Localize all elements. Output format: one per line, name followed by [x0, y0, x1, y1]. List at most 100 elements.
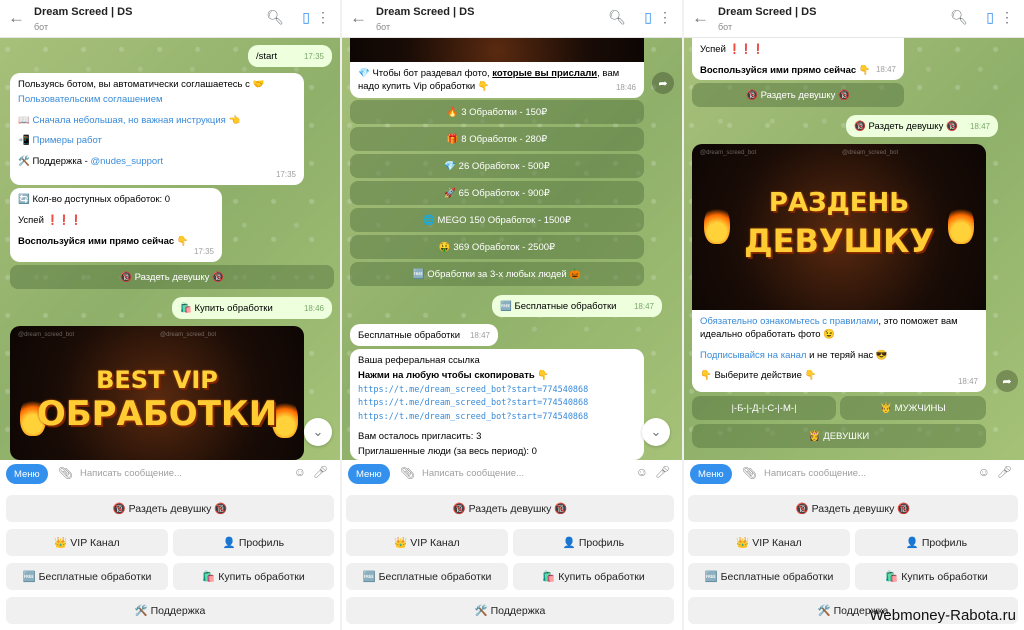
examples-link[interactable]: Примеры работ: [32, 135, 101, 146]
instruction-link[interactable]: Сначала небольшая, но важная инструкция …: [32, 115, 240, 126]
ref-link[interactable]: https://t.me/dream_screed_bot?start=7745…: [358, 412, 636, 423]
count-line3: Воспользуйся ими прямо сейчас 👇: [18, 235, 189, 247]
option-button[interactable]: 🆓 Обработки за 3-х любых людей 🎃: [350, 262, 644, 286]
keyboard-vip-button[interactable]: 👑 VIP Канал: [346, 529, 508, 556]
option-button[interactable]: 🔥 3 Обработки - 150₽: [350, 100, 644, 124]
back-arrow-icon[interactable]: ←: [350, 8, 367, 28]
promo-image[interactable]: @dream_screed_bot @dream_screed_bot BEST…: [10, 326, 304, 460]
caption-text2: и не теряй нас 😎: [806, 349, 888, 361]
message-out-buy: 🛍️ Купить обработки 18:46: [172, 297, 332, 319]
inline-undress-button[interactable]: 🔞 Раздеть девушку 🔞: [10, 265, 334, 289]
menu-button[interactable]: Меню: [690, 464, 732, 484]
option-button[interactable]: 🤑 369 Обработок - 2500₽: [350, 235, 644, 259]
keyboard-buy-button[interactable]: 🛍️ Купить обработки: [173, 563, 334, 590]
panel-1: ← Dream Screed | DS бот 🔍︎ ▯ ⋮ /start 17…: [0, 0, 340, 630]
emoji-icon[interactable]: ☺︎: [294, 465, 306, 479]
option-button[interactable]: 🎁 8 Обработок - 280₽: [350, 127, 644, 151]
reply-keyboard: 🔞 Раздеть девушку 🔞 👑 VIP Канал 👤 Профил…: [0, 488, 340, 630]
message-referral: Ваша реферальная ссылка Нажми на любую ч…: [350, 349, 644, 460]
option-button[interactable]: 🌐 MEGO 150 Обработок - 1500₽: [350, 208, 644, 232]
chat-area: 💎 Чтобы бот раздевал фото, которые вы пр…: [342, 38, 682, 460]
keyboard-profile-button[interactable]: 👤 Профиль: [513, 529, 674, 556]
message-count: 🔄 Кол-во доступных обработок: 0 Успей ❗❗…: [10, 188, 222, 262]
inline-undress-button[interactable]: 🔞 Раздеть девушку 🔞: [692, 83, 904, 107]
search-icon[interactable]: 🔍︎: [266, 9, 284, 26]
microphone-icon[interactable]: 🎤︎: [313, 465, 328, 479]
message-buy-intro: 💎 Чтобы бот раздевал фото, которые вы пр…: [350, 62, 644, 98]
top-line2: Воспользуйся ими прямо сейчас 👇: [700, 64, 871, 76]
more-menu-icon[interactable]: ⋮: [1000, 9, 1014, 26]
keyboard-undress-button[interactable]: 🔞 Раздеть девушку 🔞: [6, 495, 334, 522]
more-menu-icon[interactable]: ⋮: [316, 9, 330, 26]
keyboard-profile-button[interactable]: 👤 Профиль: [855, 529, 1018, 556]
message-text: Бесплатные обработки: [358, 330, 460, 341]
emoji-icon[interactable]: ☺︎: [636, 465, 648, 479]
keyboard-undress-button[interactable]: 🔞 Раздеть девушку 🔞: [346, 495, 674, 522]
sidebar-toggle-icon[interactable]: ▯: [644, 9, 652, 26]
keyboard-buy-button[interactable]: 🛍️ Купить обработки: [855, 563, 1018, 590]
chat-title: Dream Screed | DS: [34, 6, 133, 18]
attach-icon[interactable]: 📎︎: [742, 466, 757, 480]
keyboard-vip-button[interactable]: 👑 VIP Канал: [6, 529, 168, 556]
menu-button[interactable]: Меню: [348, 464, 390, 484]
keyboard-profile-button[interactable]: 👤 Профиль: [173, 529, 334, 556]
channel-link[interactable]: Подписывайся на канал: [700, 350, 806, 361]
scroll-down-icon[interactable]: ⌄: [642, 418, 670, 446]
keyboard-free-button[interactable]: 🆓 Бесплатные обработки: [688, 563, 850, 590]
image-watermark: @dream_screed_bot: [842, 150, 899, 156]
panel-2: ← Dream Screed | DS бот 🔍︎ ▯ ⋮ 💎 Чтобы б…: [342, 0, 682, 630]
microphone-icon[interactable]: 🎤︎: [997, 465, 1012, 479]
attach-icon[interactable]: 📎︎: [400, 466, 415, 480]
forward-icon[interactable]: ➦: [996, 370, 1018, 392]
search-icon[interactable]: 🔍︎: [950, 9, 968, 26]
keyboard-support-button[interactable]: 🛠️ Поддержка: [6, 597, 334, 624]
choice-men-button[interactable]: 🤴 МУЖЧИНЫ: [840, 396, 986, 420]
option-button[interactable]: 💎 26 Обработок - 500₽: [350, 154, 644, 178]
message-input[interactable]: Написать сообщение...: [764, 468, 866, 479]
terms-link[interactable]: Пользовательским соглашением: [18, 94, 163, 105]
choice-bdsm-button[interactable]: |-Б-|-Д-|-С-|-М-|: [692, 396, 836, 420]
chat-subtitle: бот: [34, 22, 49, 32]
attach-icon[interactable]: 📎︎: [58, 466, 73, 480]
chat-area: Успей ❗❗❗ Воспользуйся ими прямо сейчас …: [684, 38, 1024, 460]
back-arrow-icon[interactable]: ←: [692, 8, 709, 28]
message-out-undress: 🔞 Раздеть девушку 🔞 18:47: [846, 115, 998, 137]
rules-link[interactable]: Обязательно ознакомьтесь с правилами: [700, 316, 878, 327]
message-input-bar: Меню 📎︎ Написать сообщение... ☺︎ 🎤︎: [684, 460, 1024, 488]
scroll-down-icon[interactable]: ⌄: [304, 418, 332, 446]
message-input[interactable]: Написать сообщение...: [80, 468, 182, 479]
option-button[interactable]: 🚀 65 Обработок - 900₽: [350, 181, 644, 205]
search-icon[interactable]: 🔍︎: [608, 9, 626, 26]
menu-button[interactable]: Меню: [6, 464, 48, 484]
image-watermark: @dream_screed_bot: [160, 332, 217, 338]
choice-women-button[interactable]: 👸 ДЕВУШКИ: [692, 424, 986, 448]
ref-link[interactable]: https://t.me/dream_screed_bot?start=7745…: [358, 385, 636, 396]
emoji-icon[interactable]: ☺︎: [978, 465, 990, 479]
keyboard-free-button[interactable]: 🆓 Бесплатные обработки: [346, 563, 508, 590]
keyboard-support-button[interactable]: 🛠️ Поддержка: [346, 597, 674, 624]
top-line1: Успей ❗❗❗: [700, 44, 765, 55]
chat-title: Dream Screed | DS: [718, 6, 817, 18]
chat-header: ← Dream Screed | DS бот 🔍︎ ▯ ⋮: [0, 0, 340, 38]
ref-line4: Приглашенные люди (за весь период): 0: [358, 445, 537, 457]
keyboard-undress-button[interactable]: 🔞 Раздеть девушку 🔞: [688, 495, 1018, 522]
message-time: 18:47: [469, 331, 490, 341]
promo-image-tail: [350, 38, 644, 62]
message-time: 18:47: [969, 122, 990, 132]
support-link[interactable]: @nudes_support: [90, 156, 163, 167]
message-input[interactable]: Написать сообщение...: [422, 468, 524, 479]
keyboard-vip-button[interactable]: 👑 VIP Канал: [688, 529, 850, 556]
keyboard-buy-button[interactable]: 🛍️ Купить обработки: [513, 563, 674, 590]
promo-image[interactable]: @dream_screed_bot @dream_screed_bot РАЗД…: [692, 144, 986, 310]
more-menu-icon[interactable]: ⋮: [658, 9, 672, 26]
message-time: 18:47: [957, 377, 978, 387]
sidebar-toggle-icon[interactable]: ▯: [986, 9, 994, 26]
microphone-icon[interactable]: 🎤︎: [655, 465, 670, 479]
chat-header: ← Dream Screed | DS бот 🔍︎ ▯ ⋮: [684, 0, 1024, 38]
sidebar-toggle-icon[interactable]: ▯: [302, 9, 310, 26]
back-arrow-icon[interactable]: ←: [8, 8, 25, 28]
ref-link[interactable]: https://t.me/dream_screed_bot?start=7745…: [358, 398, 636, 409]
count-line2: Успей ❗❗❗: [18, 214, 83, 226]
keyboard-free-button[interactable]: 🆓 Бесплатные обработки: [6, 563, 168, 590]
forward-icon[interactable]: ➦: [652, 72, 674, 94]
